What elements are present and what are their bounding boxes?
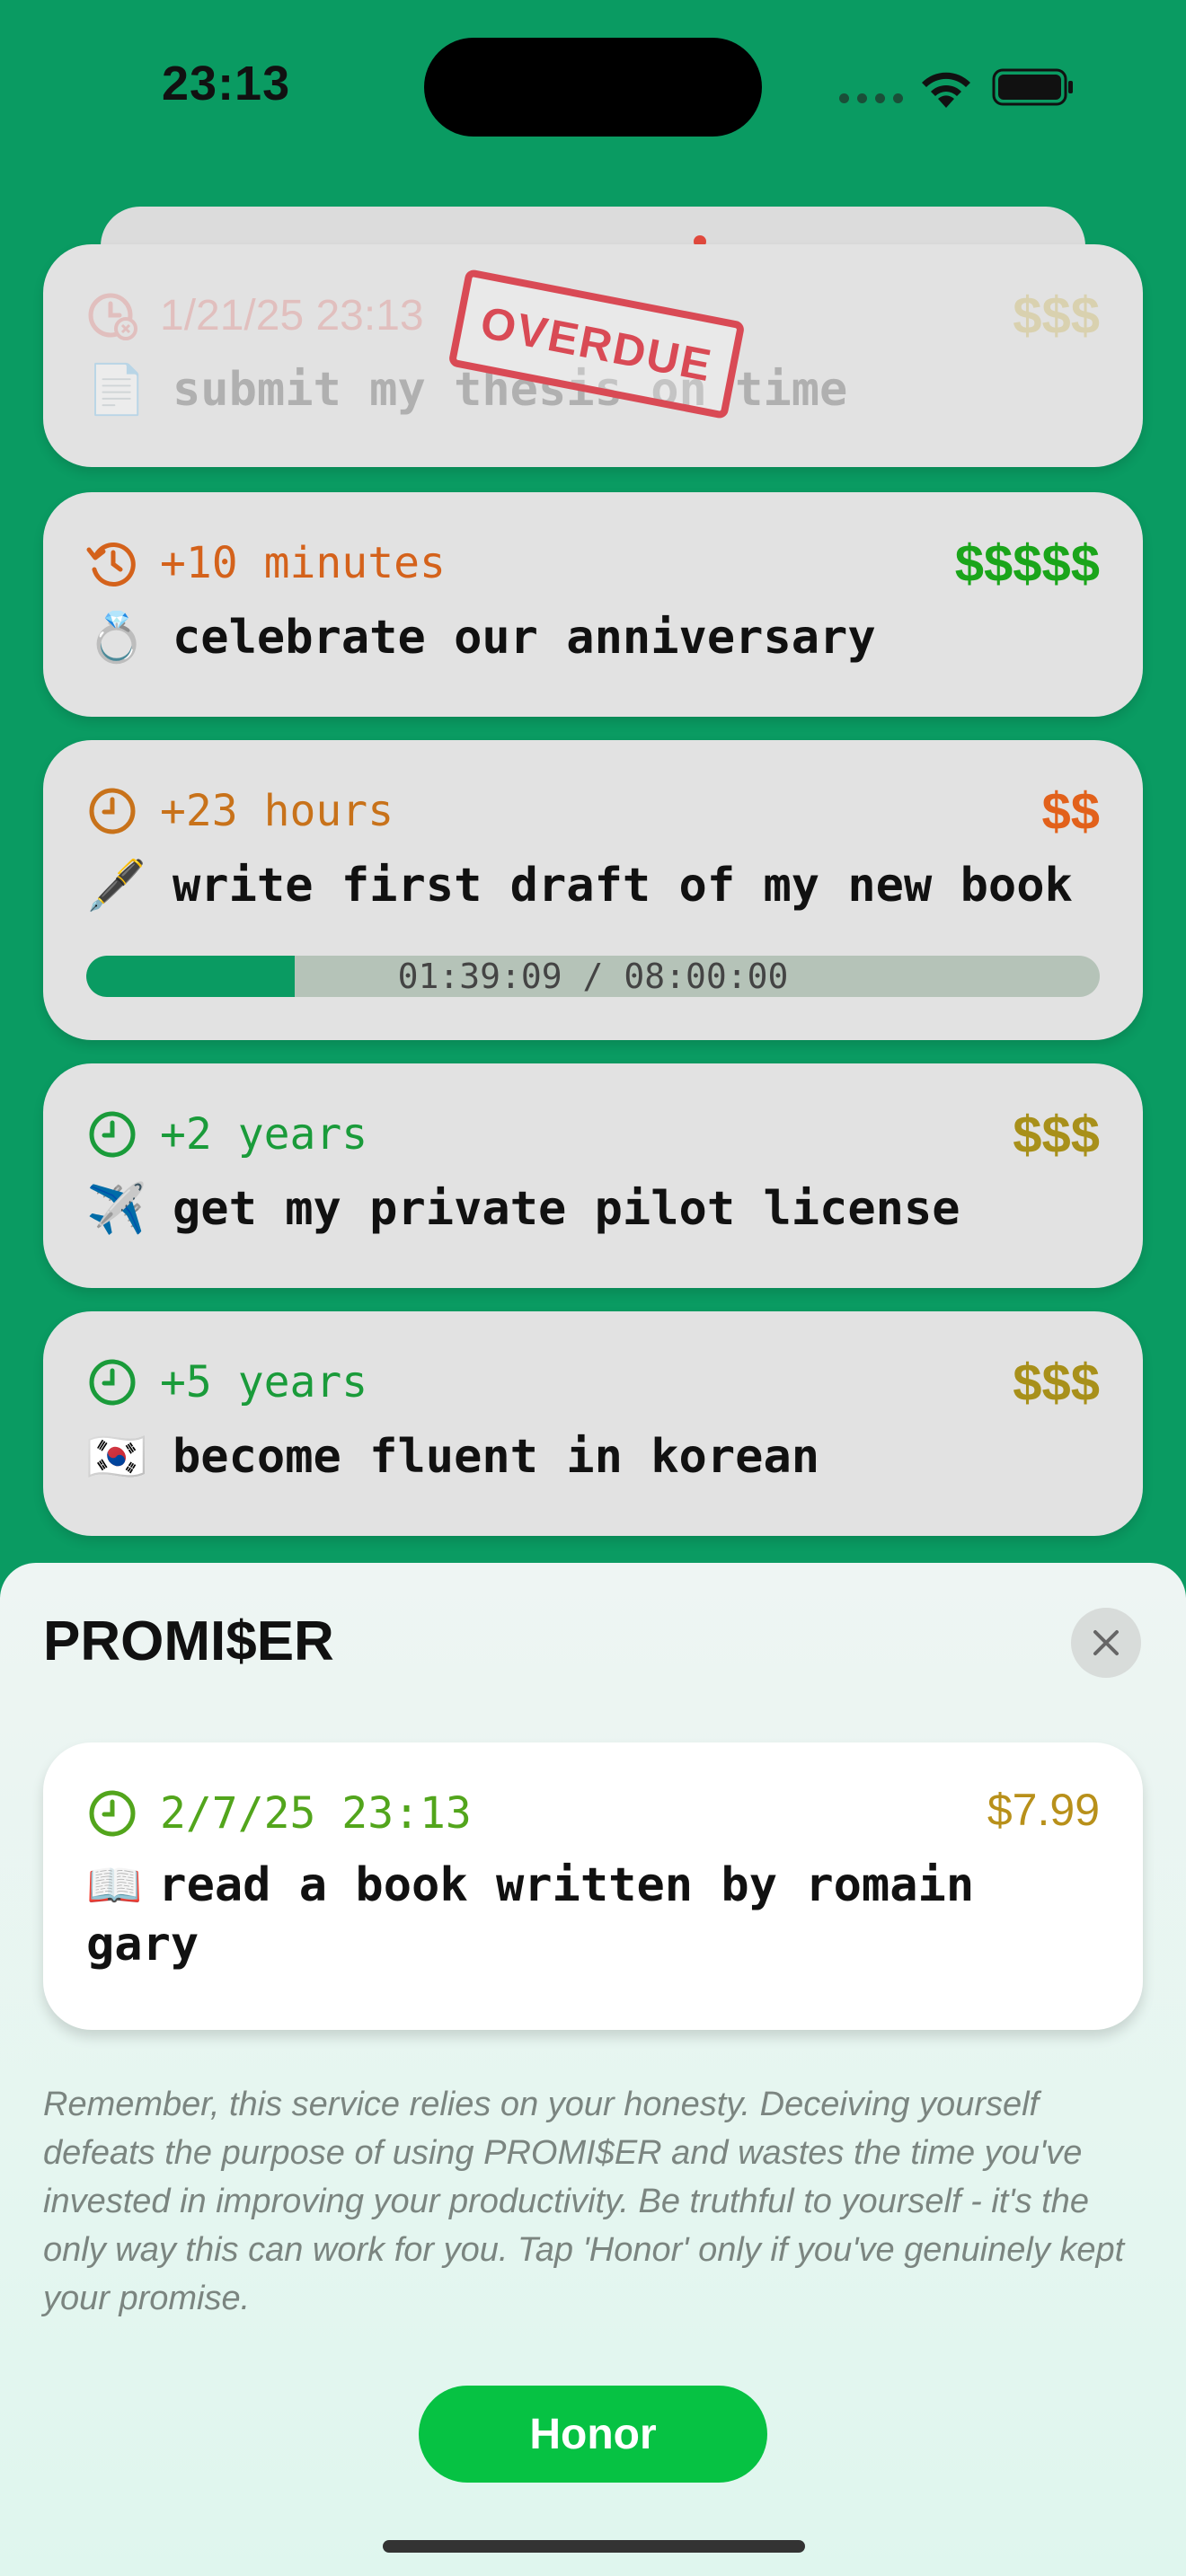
card-meta: 2/7/25 23:13	[86, 1787, 472, 1839]
sheet-title: PROMI$ER	[43, 1610, 334, 1672]
clock-icon	[89, 1359, 136, 1406]
battery-icon	[992, 68, 1073, 106]
card-meta: +2 years	[86, 1108, 367, 1160]
pen-icon: 🖋️	[86, 859, 147, 913]
card-title: write first draft of my new book	[173, 859, 1073, 913]
overdue-clock-icon	[88, 293, 137, 340]
card-price: $$	[1041, 782, 1100, 841]
progress-label: 01:39:09 / 08:00:00	[397, 957, 789, 996]
card-meta: +5 years	[86, 1356, 367, 1408]
progress-bar: 01:39:09 / 08:00:00	[86, 956, 1100, 997]
document-icon: 📄	[86, 363, 147, 417]
card-price: $$$	[1013, 1106, 1100, 1164]
home-indicator	[383, 2540, 805, 2553]
card-title-row: ✈️ get my private pilot license	[86, 1182, 960, 1236]
card-title: get my private pilot license	[173, 1182, 960, 1236]
selected-promise-card: 2/7/25 23:13 $7.99 📖 read a book written …	[43, 1742, 1143, 2030]
promise-price: $7.99	[987, 1785, 1100, 1835]
clock-icon	[89, 788, 136, 834]
dynamic-island	[424, 38, 762, 137]
promise-title: read a book written by romain gary	[86, 1858, 975, 1972]
honor-button[interactable]: Honor	[419, 2386, 767, 2483]
clock-icon	[89, 1111, 136, 1158]
close-icon	[1093, 1630, 1119, 1655]
status-bar: 23:13	[0, 0, 1186, 171]
card-relative-time: +2 years	[160, 1109, 368, 1160]
card-meta: 1/21/25 23:13	[86, 289, 424, 341]
card-meta: +10 minutes	[86, 537, 446, 589]
ring-icon: 💍	[86, 611, 147, 665]
promise-card[interactable]: +10 minutes $$$$$ 💍 celebrate our annive…	[43, 492, 1143, 717]
promise-deadline: 2/7/25 23:13	[160, 1788, 472, 1839]
card-relative-time: +10 minutes	[160, 538, 446, 588]
card-title-row: 🇰🇷 become fluent in korean	[86, 1430, 819, 1484]
promise-card-overdue[interactable]: 1/21/25 23:13 $$$ 📄 submit my thesis on …	[43, 244, 1143, 467]
honesty-disclaimer: Remember, this service relies on your ho…	[43, 2086, 1125, 2317]
card-relative-time: +5 years	[160, 1357, 368, 1407]
card-meta: +23 hours	[86, 785, 394, 837]
card-date: 1/21/25 23:13	[160, 291, 424, 340]
cellular-signal-icon	[839, 93, 903, 103]
korea-flag-icon: 🇰🇷	[86, 1430, 147, 1484]
card-relative-time: +23 hours	[160, 786, 394, 836]
promise-card-in-progress[interactable]: +23 hours $$ 🖋️ write first draft of my …	[43, 740, 1143, 1040]
book-icon: 📖	[86, 1859, 143, 1911]
card-title-row: 🖋️ write first draft of my new book	[86, 859, 1073, 913]
close-button[interactable]	[1071, 1608, 1141, 1678]
card-title-row: 💍 celebrate our anniversary	[86, 611, 876, 665]
clock-icon	[89, 1790, 136, 1837]
promise-card[interactable]: +2 years $$$ ✈️ get my private pilot lic…	[43, 1063, 1143, 1288]
card-price: $$$	[1013, 1354, 1100, 1412]
card-title: become fluent in korean	[173, 1430, 820, 1484]
history-clock-icon	[86, 543, 136, 587]
card-title: celebrate our anniversary	[173, 611, 876, 665]
airplane-icon: ✈️	[86, 1182, 147, 1236]
promise-card[interactable]: +5 years $$$ 🇰🇷 become fluent in korean	[43, 1311, 1143, 1536]
card-price: $$$	[1013, 287, 1100, 345]
honor-sheet: PROMI$ER 2/7/25 23:13 $7.99 📖 read a book…	[0, 1563, 1186, 2576]
card-price: $$$$$	[954, 534, 1100, 593]
status-time: 23:13	[162, 57, 291, 110]
card-title-row: 📖 read a book written by romain gary	[86, 1856, 1093, 1974]
wifi-icon	[922, 72, 970, 108]
